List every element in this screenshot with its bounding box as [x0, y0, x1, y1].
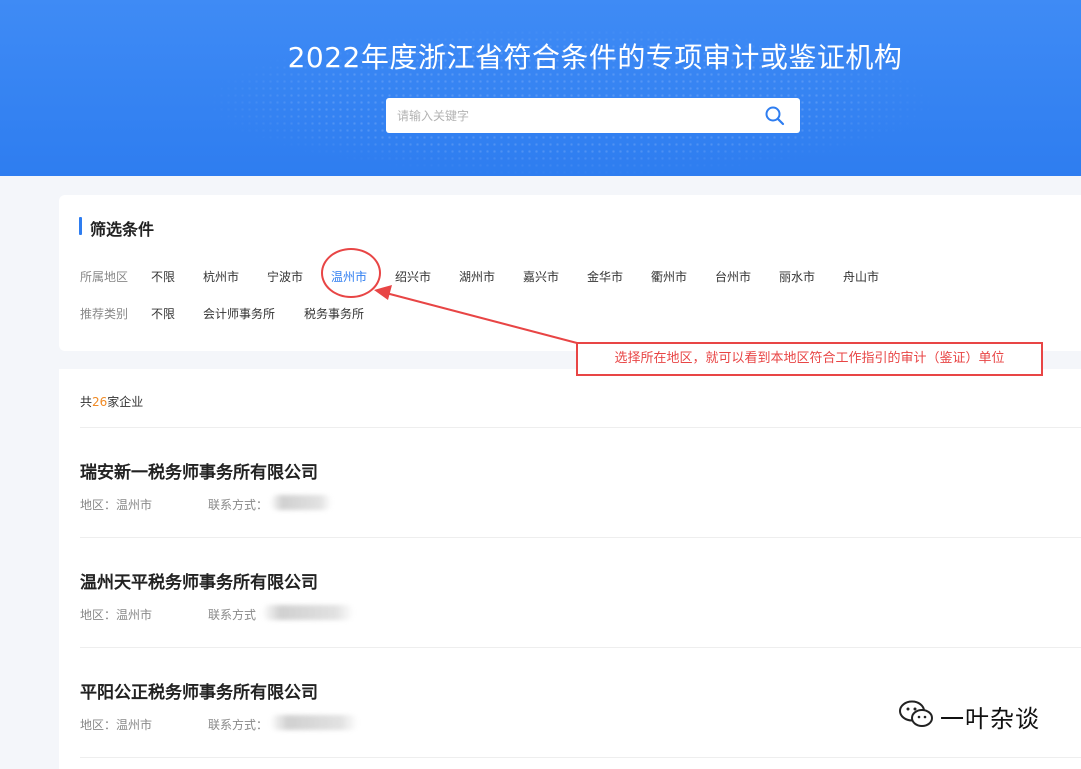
- search-box: [386, 98, 800, 133]
- region-filter-label: 所属地区: [80, 270, 129, 284]
- divider: [80, 537, 1081, 538]
- company-contact: 联系方式：: [208, 718, 269, 732]
- region-option-jiaxing[interactable]: 嘉兴市: [523, 268, 559, 285]
- region-option-jinhua[interactable]: 金华市: [587, 268, 623, 285]
- hero-banner: 2022年度浙江省符合条件的专项审计或鉴证机构: [0, 0, 1081, 176]
- region-option-unlimited[interactable]: 不限: [151, 268, 175, 285]
- region-option-shaoxing[interactable]: 绍兴市: [395, 268, 431, 285]
- divider: [80, 647, 1081, 648]
- region-option-zhoushan[interactable]: 舟山市: [843, 268, 879, 285]
- divider: [80, 427, 1081, 428]
- annotation-callout: 选择所在地区，就可以看到本地区符合工作指引的审计（鉴证）单位: [576, 342, 1043, 376]
- page-title: 2022年度浙江省符合条件的专项审计或鉴证机构: [287, 41, 903, 74]
- company-name[interactable]: 温州天平税务师事务所有限公司: [80, 568, 318, 593]
- wechat-icon: [899, 700, 933, 727]
- category-option-tax[interactable]: 税务事务所: [304, 305, 364, 322]
- divider: [80, 757, 1081, 758]
- world-map-decoration: [190, 8, 950, 176]
- redacted-phone: [262, 605, 354, 620]
- company-contact: 联系方式：: [208, 498, 269, 512]
- filter-panel: 筛选条件 所属地区 不限 杭州市 宁波市 温州市 绍兴市 湖州市 嘉兴市 金华市…: [59, 195, 1081, 351]
- company-name[interactable]: 瑞安新一税务师事务所有限公司: [80, 458, 318, 483]
- region-option-huzhou[interactable]: 湖州市: [459, 268, 495, 285]
- company-name[interactable]: 平阳公正税务师事务所有限公司: [80, 678, 318, 703]
- redacted-phone: [270, 715, 358, 730]
- region-option-taizhou[interactable]: 台州市: [715, 268, 751, 285]
- category-filter-label: 推荐类别: [80, 307, 129, 321]
- watermark: 一叶杂谈: [898, 699, 1058, 733]
- search-input[interactable]: [386, 98, 757, 133]
- count-suffix: 家企业: [107, 395, 144, 409]
- search-icon[interactable]: [764, 105, 786, 127]
- region-option-quzhou[interactable]: 衢州市: [651, 268, 687, 285]
- company-contact: 联系方式: [208, 608, 257, 622]
- region-option-lishui[interactable]: 丽水市: [779, 268, 815, 285]
- company-region: 地区：温州市: [80, 608, 153, 622]
- watermark-text: 一叶杂谈: [940, 705, 1040, 733]
- result-count: 共26家企业: [80, 393, 143, 410]
- count-number: 26: [92, 395, 108, 409]
- filter-title-text: 筛选条件: [90, 220, 155, 239]
- redacted-phone: [270, 495, 332, 510]
- count-prefix: 共: [80, 395, 93, 409]
- title-accent-bar: [79, 217, 82, 235]
- region-option-ningbo[interactable]: 宁波市: [267, 268, 303, 285]
- region-option-hangzhou[interactable]: 杭州市: [203, 268, 239, 285]
- annotation-circle: [321, 248, 381, 298]
- category-option-accounting[interactable]: 会计师事务所: [203, 305, 275, 322]
- filter-title: 筛选条件: [79, 216, 154, 240]
- company-region: 地区：温州市: [80, 718, 153, 732]
- company-region: 地区：温州市: [80, 498, 153, 512]
- category-option-unlimited[interactable]: 不限: [151, 305, 175, 322]
